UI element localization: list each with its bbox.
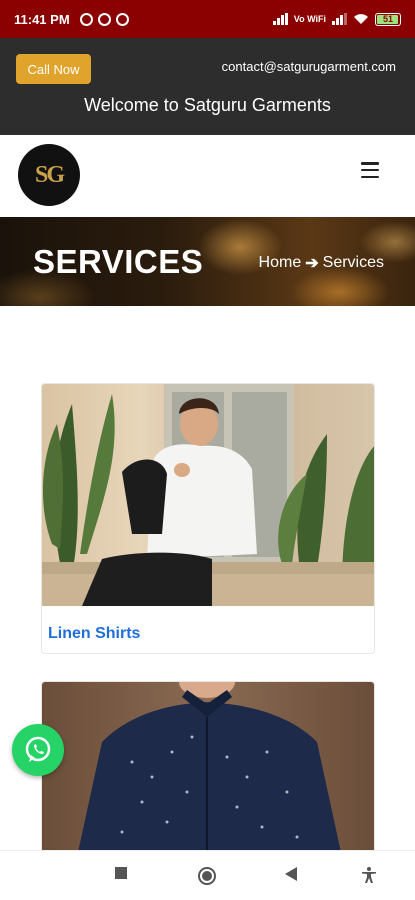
site-header: SG [0,135,415,217]
whatsapp-icon [25,736,51,762]
network-label: Vo WiFi [293,14,326,24]
call-now-button[interactable]: Call Now [16,54,91,84]
service-image [42,682,374,856]
welcome-text: Welcome to Satguru Garments [84,95,331,115]
service-card[interactable]: Linen Shirts [41,383,375,654]
contact-email-link[interactable]: contact@satgurugarment.com [222,59,396,74]
recent-apps-button[interactable] [115,867,127,879]
signal-icon [332,13,347,25]
top-info-bar: Call Now contact@satgurugarment.com Welc… [0,38,415,135]
breadcrumb-home-link[interactable]: Home [259,254,302,272]
hamburger-menu-icon[interactable] [361,162,379,178]
service-image [42,384,374,606]
whatsapp-button[interactable] [12,724,64,776]
breadcrumb-current: Services [322,254,384,271]
square-icon [115,867,127,879]
back-triangle-icon [285,867,297,881]
system-navigation-bar [0,850,415,900]
arrow-right-icon: ➔ [305,255,319,272]
page-banner: SERVICES Home ➔ Services [0,217,415,306]
notification-icon [79,12,93,26]
service-card[interactable] [41,681,375,856]
site-logo[interactable]: SG [18,144,80,206]
page-title: SERVICES [33,243,204,280]
wifi-icon [354,14,368,24]
back-button[interactable] [285,867,297,881]
breadcrumb: Home ➔ Services [259,253,384,273]
signal-icon [272,13,288,25]
notification-icon [115,12,129,26]
status-time: 11:41 PM [14,11,70,27]
logo-text: SG [34,161,65,188]
status-bar: 11:41 PM Vo WiFi 51 [0,0,415,38]
service-title[interactable]: Linen Shirts [48,625,140,643]
home-button[interactable] [198,867,216,885]
circle-icon [198,867,216,885]
notification-icon [97,12,111,26]
battery-icon: 51 [375,12,401,26]
accessibility-icon [362,867,376,883]
accessibility-button[interactable] [362,867,376,883]
